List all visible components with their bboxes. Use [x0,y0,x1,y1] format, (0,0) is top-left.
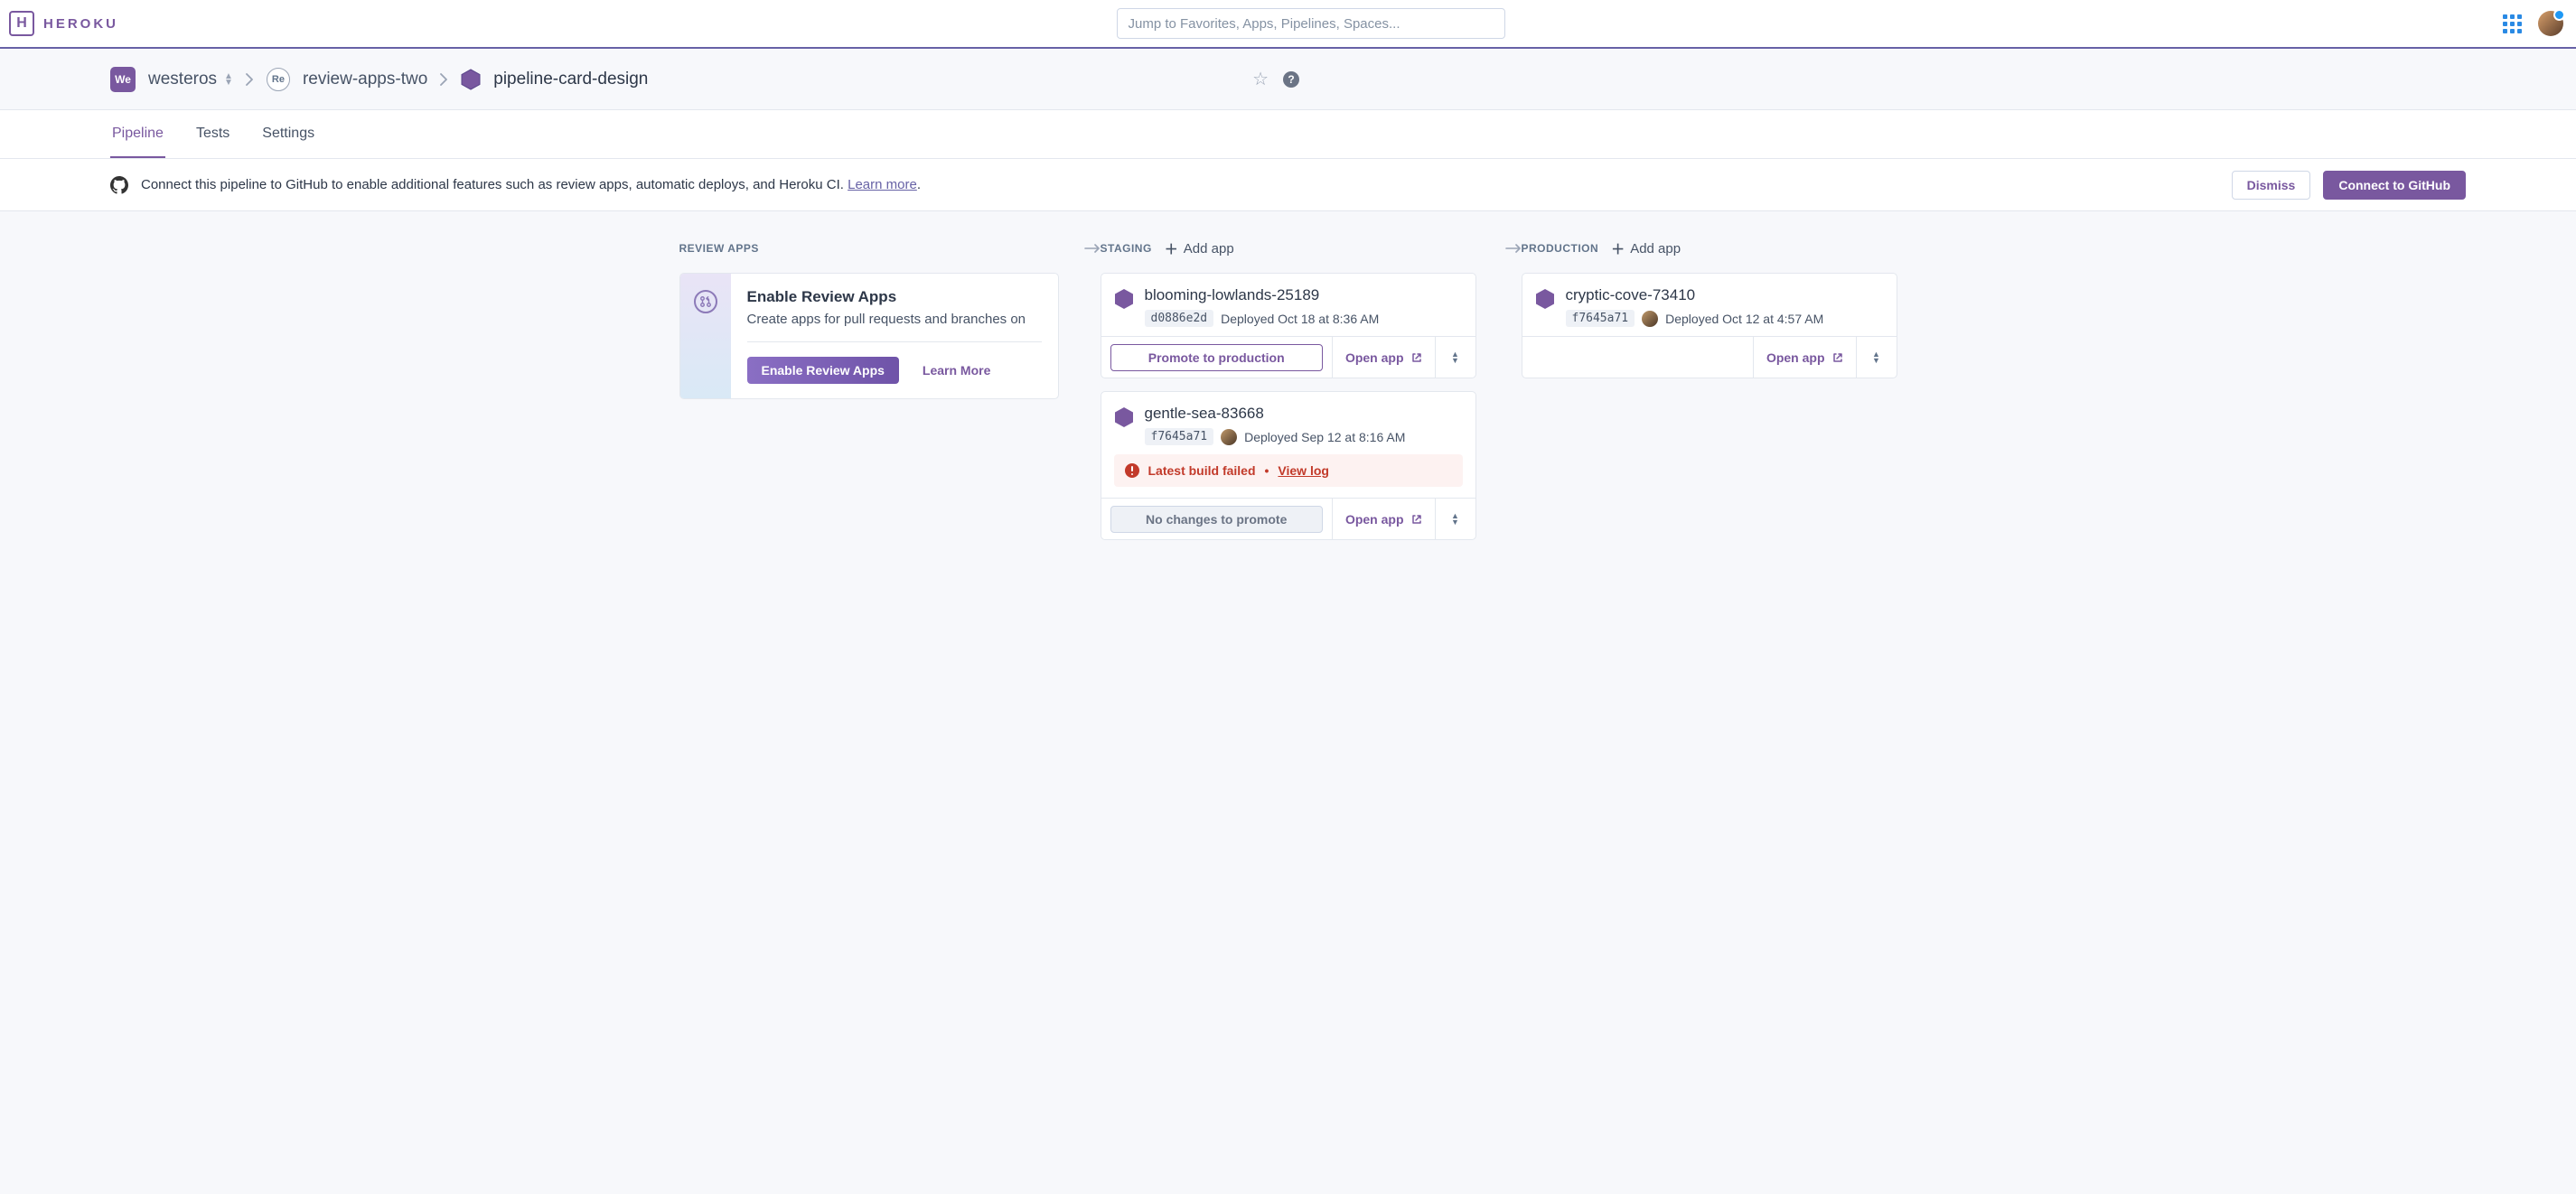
commit-sha[interactable]: f7645a71 [1566,310,1635,327]
sort-icon[interactable]: ▲▼ [224,73,233,86]
breadcrumb-bar: We westeros ▲▼ Re review-apps-two pipeli… [0,49,2576,110]
enable-review-apps-button[interactable]: Enable Review Apps [747,357,899,384]
error-text: Latest build failed [1148,463,1256,478]
external-link-icon [1832,352,1843,363]
deployed-text: Deployed Sep 12 at 8:16 AM [1244,430,1405,444]
view-log-link[interactable]: View log [1278,463,1329,478]
nav-right [2503,11,2563,36]
column-title: REVIEW APPS [679,242,759,255]
banner-learn-more-link[interactable]: Learn more [848,177,917,192]
column-title: STAGING [1101,242,1152,255]
add-app-button[interactable]: ＋ Add app [1611,239,1681,258]
open-app-button[interactable]: Open app [1753,337,1857,378]
app-name[interactable]: gentle-sea-83668 [1145,405,1463,423]
hexagon-icon [1535,288,1555,310]
open-app-button[interactable]: Open app [1333,337,1436,378]
pipeline-board: REVIEW APPS Enable Review Apps Create ap… [0,211,2576,580]
plus-icon: ＋ [1611,239,1625,258]
external-link-icon [1411,514,1422,525]
commit-sha[interactable]: f7645a71 [1145,428,1214,445]
breadcrumb-team[interactable]: westeros [148,70,217,89]
logo-text: HEROKU [43,16,118,32]
breadcrumb-space[interactable]: review-apps-two [303,70,427,89]
arrow-right-icon [1084,244,1101,253]
add-app-button[interactable]: ＋ Add app [1165,239,1234,258]
learn-more-button[interactable]: Learn More [919,357,994,384]
column-staging: STAGING ＋ Add app blooming-lowlands-2518… [1101,238,1522,553]
github-icon [110,176,128,194]
logo-mark-icon: H [9,11,34,36]
tab-settings[interactable]: Settings [260,111,316,158]
deployed-text: Deployed Oct 18 at 8:36 AM [1221,312,1379,326]
commit-sha[interactable]: d0886e2d [1145,310,1214,327]
help-icon[interactable]: ? [1283,71,1299,88]
plus-icon: ＋ [1165,239,1178,258]
banner-text: Connect this pipeline to GitHub to enabl… [141,177,921,192]
search-input[interactable] [1117,8,1505,39]
promo-art [680,274,731,398]
arrow-right-icon [1505,244,1522,253]
build-error-banner: Latest build failed • View log [1114,454,1463,487]
tab-tests[interactable]: Tests [194,111,231,158]
hexagon-icon [461,69,481,90]
external-link-icon [1411,352,1422,363]
pull-request-icon [694,290,717,313]
app-card: gentle-sea-83668 f7645a71 Deployed Sep 1… [1101,391,1476,540]
account-avatar[interactable] [2538,11,2563,36]
star-icon[interactable]: ☆ [1252,68,1269,90]
app-name[interactable]: blooming-lowlands-25189 [1145,286,1463,304]
chevron-right-icon [246,73,254,86]
card-menu-button[interactable]: ▲▼ [1436,499,1475,539]
github-banner: Connect this pipeline to GitHub to enabl… [0,159,2576,211]
chevron-updown-icon: ▲▼ [1451,351,1459,364]
connect-github-button[interactable]: Connect to GitHub [2323,171,2466,200]
deployer-avatar [1642,311,1658,327]
top-nav: H HEROKU [0,0,2576,49]
card-menu-button[interactable]: ▲▼ [1436,337,1475,378]
breadcrumb-current: pipeline-card-design [493,70,648,89]
hexagon-icon [1114,406,1134,428]
column-production: PRODUCTION ＋ Add app cryptic-cove-73410 … [1522,238,1897,553]
column-title: PRODUCTION [1522,242,1599,255]
chevron-updown-icon: ▲▼ [1451,513,1459,526]
hexagon-icon [1114,288,1134,310]
chevron-updown-icon: ▲▼ [1872,351,1880,364]
promote-button[interactable]: Promote to production [1110,344,1323,371]
review-apps-promo-card: Enable Review Apps Create apps for pull … [679,273,1059,399]
logo[interactable]: H HEROKU [9,11,118,36]
apps-grid-icon[interactable] [2503,14,2522,33]
promote-button: No changes to promote [1110,506,1323,533]
app-card: blooming-lowlands-25189 d0886e2d Deploye… [1101,273,1476,378]
team-badge-icon: We [110,67,136,92]
deployer-avatar [1221,429,1237,445]
promo-title: Enable Review Apps [747,288,1042,306]
column-review-apps: REVIEW APPS Enable Review Apps Create ap… [679,238,1101,553]
app-name[interactable]: cryptic-cove-73410 [1566,286,1884,304]
card-menu-button[interactable]: ▲▼ [1857,337,1897,378]
deployed-text: Deployed Oct 12 at 4:57 AM [1665,312,1823,326]
tab-pipeline[interactable]: Pipeline [110,111,165,158]
open-app-button[interactable]: Open app [1333,499,1436,539]
tabs-bar: Pipeline Tests Settings [0,110,2576,159]
error-icon [1125,463,1139,478]
space-badge-icon: Re [267,68,290,91]
app-card: cryptic-cove-73410 f7645a71 Deployed Oct… [1522,273,1897,378]
promo-desc: Create apps for pull requests and branch… [747,312,1042,342]
dismiss-button[interactable]: Dismiss [2232,171,2311,200]
chevron-right-icon [440,73,448,86]
